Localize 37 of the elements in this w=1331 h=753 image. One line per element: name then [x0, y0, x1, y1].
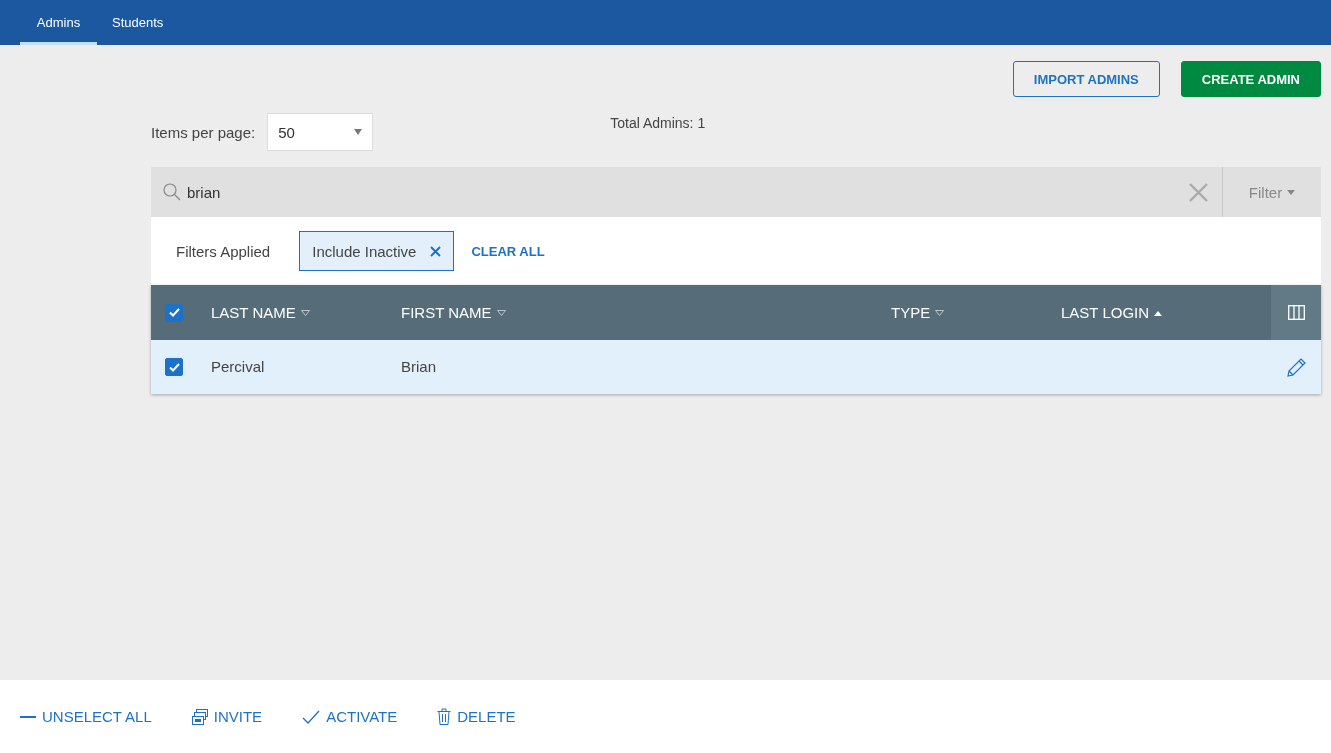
action-button[interactable]: UNSELECT ALL: [20, 708, 152, 725]
row-checkbox[interactable]: [165, 358, 183, 376]
items-per-page-label: Items per page:: [151, 123, 256, 141]
import-button[interactable]: IMPORT ADMINS: [1012, 61, 1160, 97]
action-button[interactable]: DELETE: [437, 708, 516, 725]
filter-chip-label: Include Inactive: [312, 242, 417, 260]
nav-tab[interactable]: Admins: [20, 0, 97, 45]
columns-icon: [1287, 305, 1305, 320]
pencil-icon: [1286, 357, 1306, 377]
caret-icon: [1287, 189, 1296, 195]
minus-icon: [20, 715, 36, 718]
cards-icon: [191, 708, 208, 725]
table-row[interactable]: Percival Brian: [151, 340, 1321, 394]
column-header[interactable]: LAST NAME: [211, 304, 310, 321]
trash-icon: [437, 708, 452, 725]
clear-all-link[interactable]: CLEAR ALL: [471, 243, 545, 259]
filters-applied-label: Filters Applied: [176, 242, 271, 260]
caret-icon: [354, 129, 363, 135]
search-field[interactable]: brian: [151, 183, 1189, 201]
action-button[interactable]: INVITE: [191, 708, 263, 725]
column-header[interactable]: FIRST NAME: [401, 304, 506, 321]
total-count: Total Admins: 1: [610, 115, 706, 131]
column-header[interactable]: TYPE: [891, 304, 945, 321]
columns-button[interactable]: [1271, 285, 1321, 340]
check-icon: [302, 709, 321, 724]
nav-tab[interactable]: Students: [97, 0, 179, 45]
action-button[interactable]: ACTIVATE: [302, 708, 398, 725]
table-cell: Percival: [211, 358, 265, 375]
create-button[interactable]: CREATE ADMIN: [1180, 61, 1321, 97]
items-per-page-select[interactable]: 50: [267, 113, 374, 151]
table-cell: Brian: [401, 358, 437, 375]
check-icon: [168, 308, 180, 317]
select-all-checkbox[interactable]: [165, 303, 183, 322]
check-icon: [168, 362, 180, 372]
column-header[interactable]: LAST LOGIN: [1061, 304, 1163, 321]
close-icon[interactable]: [430, 245, 442, 257]
search-icon: [163, 183, 181, 201]
